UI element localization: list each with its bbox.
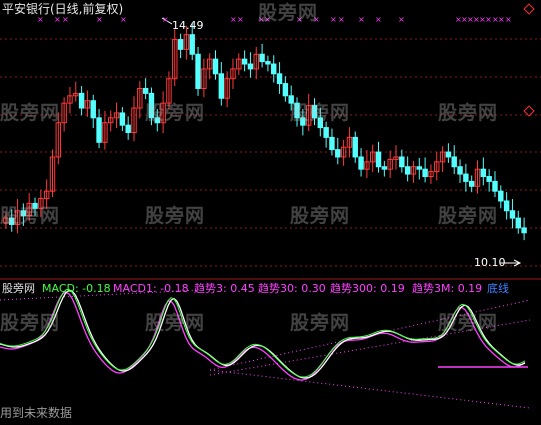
- watermark: 股旁网: [438, 205, 499, 227]
- candle-body: [521, 227, 527, 234]
- trend30-value-label: 趋势30: 0.30: [258, 282, 326, 295]
- x-marker: ×: [37, 15, 44, 24]
- watermark: 股旁网: [438, 312, 499, 334]
- macd-value-label: MACD: -0.18: [42, 282, 111, 295]
- watermark: 股旁网: [0, 205, 61, 227]
- watermark: 股旁网: [258, 2, 319, 24]
- candle-body: [463, 173, 469, 182]
- candle-body: [90, 100, 96, 119]
- candle-body: [335, 149, 341, 158]
- trend-line-3m: [209, 369, 531, 409]
- candle-body: [271, 63, 277, 75]
- x-marker: ×: [230, 15, 237, 24]
- x-marker: ×: [330, 15, 337, 24]
- x-marker: ×: [237, 15, 244, 24]
- watermark: 股旁网: [438, 102, 499, 124]
- candle-body: [119, 112, 126, 126]
- x-marker: ×: [162, 15, 169, 24]
- grid-lines: [0, 38, 541, 280]
- candle-body: [399, 156, 405, 168]
- trend3m-value-label: 趋势3M: 0.19: [412, 282, 483, 295]
- candle-body: [404, 166, 411, 175]
- candle-body: [177, 39, 184, 50]
- x-marker: ×: [358, 15, 365, 24]
- candle-body: [422, 168, 428, 178]
- indicator-source-label: 股旁网: [2, 282, 35, 295]
- candle-body: [498, 190, 504, 202]
- candle-body: [241, 58, 248, 65]
- candle-body: [515, 217, 521, 229]
- watermark: 股旁网: [0, 102, 61, 124]
- bottom-line-label: 底线: [487, 282, 509, 295]
- candle-body: [195, 53, 201, 89]
- candle-body: [451, 156, 457, 168]
- candle-body: [358, 156, 364, 170]
- price-candles: [3, 17, 527, 267]
- candle-body: [352, 136, 358, 158]
- macd-panel: [0, 288, 531, 409]
- watermark: 股旁网: [145, 312, 206, 334]
- x-marker: ×: [398, 15, 405, 24]
- watermark: 股旁网: [145, 205, 206, 227]
- x-marker: ×: [120, 15, 127, 24]
- candle-body: [212, 58, 219, 75]
- candle-body: [416, 166, 423, 170]
- candle-body: [486, 176, 492, 182]
- candle-body: [381, 166, 388, 170]
- macd1-value-label: MACD1: -0.18: [113, 282, 189, 295]
- x-marker: ×: [54, 15, 61, 24]
- low-price-label: 10.10: [474, 256, 506, 269]
- x-marker: ×: [498, 15, 505, 24]
- chart-title: 平安银行(日线,前复权): [2, 2, 124, 16]
- x-marker: ×: [505, 15, 512, 24]
- candle-body: [125, 124, 131, 133]
- x-marker: ×: [375, 15, 382, 24]
- candle-body: [259, 53, 265, 63]
- candle-body: [189, 34, 195, 55]
- candle-body: [142, 87, 149, 94]
- candle-body: [509, 210, 516, 219]
- x-marker: ×: [338, 15, 345, 24]
- x-marker: ×: [62, 15, 69, 24]
- footer-note: 用到未来数据: [0, 406, 73, 420]
- candle-body: [457, 166, 463, 175]
- x-marker: ×: [96, 15, 103, 24]
- watermark: 股旁网: [145, 102, 206, 124]
- candle-body: [265, 61, 271, 65]
- candle-body: [78, 92, 85, 109]
- candle-body: [282, 83, 289, 97]
- candle-body: [468, 180, 475, 187]
- trend3-value-label: 趋势3: 0.45: [194, 282, 255, 295]
- macd-line: [0, 289, 526, 379]
- candle-body: [492, 180, 498, 192]
- candle-body: [375, 151, 382, 168]
- candle-body: [503, 200, 510, 212]
- candle-body: [329, 136, 335, 151]
- candle-body: [445, 151, 452, 158]
- candle-body: [96, 117, 102, 143]
- watermark: 股旁网: [290, 102, 351, 124]
- candle-body: [218, 73, 225, 99]
- high-price-label: 14.49: [172, 19, 204, 32]
- trend300-value-label: 趋势300: 0.19: [330, 282, 405, 295]
- watermark: 股旁网: [290, 205, 351, 227]
- candle-body: [276, 73, 283, 85]
- chart-canvas: × × × × × × × × × × × × × × × × × × × × × × × × × × 平安银行(日线,前复权) …: [0, 0, 541, 421]
- candle-body: [480, 168, 487, 178]
- x-marker: ×: [485, 15, 492, 24]
- watermark: 股旁网: [290, 312, 351, 334]
- candle-body: [323, 127, 329, 138]
- candle-body: [247, 63, 254, 70]
- watermark: 股旁网: [0, 312, 61, 334]
